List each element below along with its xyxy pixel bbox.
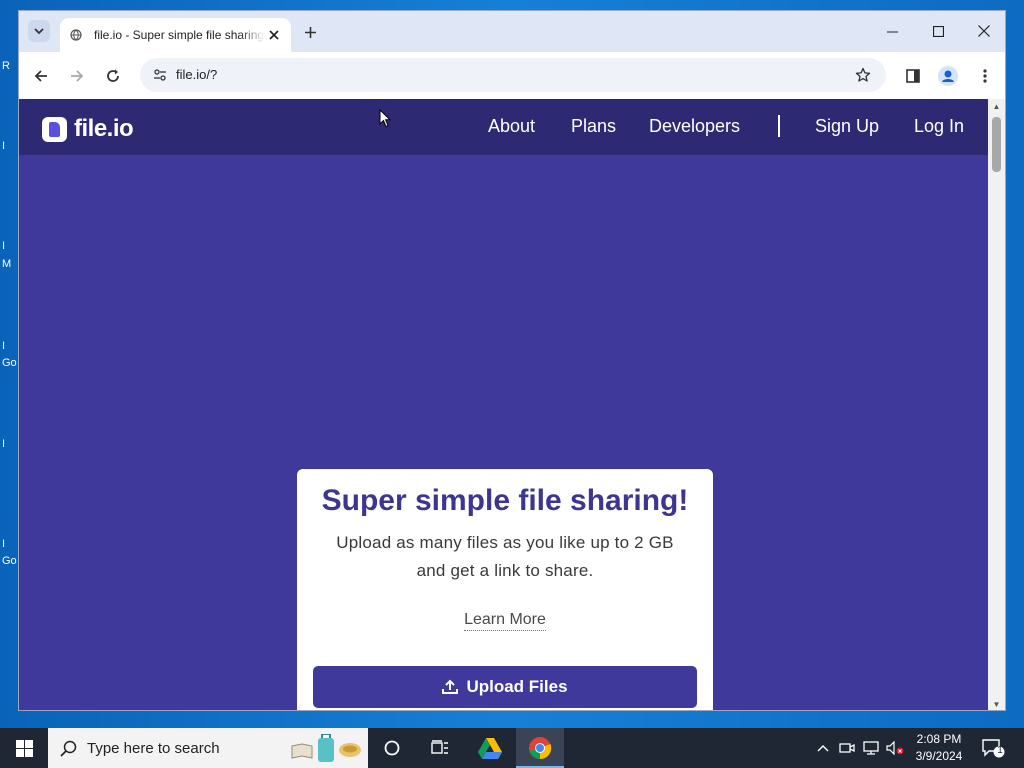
chrome-icon — [529, 737, 552, 760]
start-button[interactable] — [0, 728, 48, 768]
upload-files-button[interactable]: Upload Files — [313, 666, 697, 708]
scrollbar-thumb[interactable] — [992, 117, 1001, 172]
site-header: file.io About Plans Developers Sign Up L… — [19, 99, 989, 155]
reload-button[interactable] — [101, 64, 125, 88]
tab-title: file.io - Super simple file sharing — [94, 28, 265, 42]
new-tab-button[interactable] — [300, 22, 320, 42]
taskbar-clock[interactable]: 2:08 PM 3/9/2024 — [910, 731, 968, 765]
cortana-button[interactable] — [368, 728, 416, 768]
learn-more-link[interactable]: Learn More — [464, 611, 546, 631]
scroll-down-icon[interactable]: ▼ — [992, 700, 1001, 709]
menu-kebab-icon[interactable] — [973, 64, 997, 88]
search-icon — [60, 740, 77, 757]
globe-icon — [68, 27, 84, 43]
page-viewport: file.io About Plans Developers Sign Up L… — [19, 99, 989, 710]
nav-log-in[interactable]: Log In — [914, 116, 964, 137]
reload-icon — [107, 69, 119, 82]
forward-button[interactable] — [65, 64, 89, 88]
desktop-icon-label[interactable]: I — [2, 240, 5, 252]
notification-count: 1 — [997, 745, 1003, 756]
clock-time: 2:08 PM — [916, 732, 962, 746]
notification-center-button[interactable]: 1 — [980, 736, 1006, 760]
chevron-down-icon — [34, 28, 44, 35]
maximize-icon — [932, 25, 944, 37]
search-highlight-image — [290, 734, 362, 764]
upload-icon — [442, 679, 459, 694]
tab-search-button[interactable] — [28, 20, 50, 42]
windows-logo-icon — [15, 739, 33, 757]
search-placeholder: Type here to search — [87, 739, 220, 757]
hero-card: Super simple file sharing! Upload as man… — [297, 469, 713, 710]
url-text[interactable]: file.io/? — [176, 67, 217, 82]
task-view-icon — [431, 740, 448, 754]
tab-strip: file.io - Super simple file sharing — [19, 11, 1005, 52]
nav-divider — [778, 115, 780, 137]
volume-muted-icon[interactable] — [885, 738, 905, 758]
desktop-icon-label[interactable]: I — [2, 538, 5, 550]
site-logo[interactable]: file.io — [42, 115, 134, 143]
close-icon — [978, 25, 990, 37]
mouse-cursor-icon — [379, 109, 391, 128]
desktop-icon-label[interactable]: I — [2, 140, 5, 152]
learn-more-link-wrap: Learn More — [297, 611, 713, 631]
taskbar-search-box[interactable]: Type here to search — [48, 728, 368, 768]
google-drive-taskbar-button[interactable] — [466, 728, 514, 768]
minimize-icon — [886, 31, 898, 32]
minimize-button[interactable] — [872, 19, 912, 43]
browser-tab[interactable]: file.io - Super simple file sharing — [60, 18, 291, 52]
plus-icon — [304, 26, 316, 38]
nav-developers[interactable]: Developers — [649, 116, 740, 137]
maximize-button[interactable] — [918, 19, 958, 43]
back-button[interactable] — [29, 64, 53, 88]
taskbar: Type here to search 2:08 PM 3/9/2024 1 — [0, 728, 1024, 768]
nav-plans[interactable]: Plans — [571, 116, 616, 137]
scroll-up-icon[interactable]: ▲ — [992, 102, 1001, 111]
logo-text: file.io — [74, 115, 134, 142]
cortana-circle-icon — [384, 740, 400, 756]
desktop-icon-label[interactable]: I — [2, 340, 5, 352]
chrome-taskbar-button[interactable] — [516, 728, 564, 768]
page-scrollbar[interactable]: ▲ ▼ — [988, 99, 1005, 710]
bookmark-star-icon[interactable] — [852, 64, 874, 86]
hero-subtitle-line: Upload as many files as you like up to 2… — [336, 533, 674, 552]
desktop-icon-label[interactable]: R — [2, 60, 10, 72]
nav-sign-up[interactable]: Sign Up — [815, 116, 879, 137]
hero-title: Super simple file sharing! — [321, 484, 689, 517]
side-panel-icon[interactable] — [901, 64, 925, 88]
desktop-icon-label[interactable]: M — [2, 258, 11, 270]
close-window-button[interactable] — [964, 19, 1004, 43]
file-io-logo-icon — [42, 116, 67, 142]
site-info-icon[interactable] — [148, 63, 172, 87]
nav-about[interactable]: About — [488, 116, 535, 137]
hero-subtitle: Upload as many files as you like up to 2… — [317, 529, 693, 585]
profile-avatar-icon[interactable] — [936, 64, 960, 88]
clock-date: 3/9/2024 — [915, 749, 963, 763]
address-bar[interactable]: file.io/? — [140, 58, 886, 92]
browser-window: file.io - Super simple file sharing file… — [18, 10, 1006, 711]
upload-files-label: Upload Files — [466, 677, 568, 696]
desktop-icon-label[interactable]: I — [2, 438, 5, 450]
meet-now-icon[interactable] — [837, 738, 857, 758]
google-drive-icon — [478, 737, 502, 759]
arrow-left-icon — [34, 70, 47, 82]
desktop-icon-label[interactable]: Go — [2, 357, 17, 369]
desktop-icon-label[interactable]: Go — [2, 555, 17, 567]
close-tab-icon[interactable] — [265, 26, 283, 44]
arrow-right-icon — [71, 70, 84, 82]
tray-overflow-chevron-icon[interactable] — [813, 738, 833, 758]
network-icon[interactable] — [861, 738, 881, 758]
browser-toolbar: file.io/? — [19, 52, 1005, 99]
task-view-button[interactable] — [416, 728, 464, 768]
hero-subtitle-line: and get a link to share. — [416, 561, 594, 580]
